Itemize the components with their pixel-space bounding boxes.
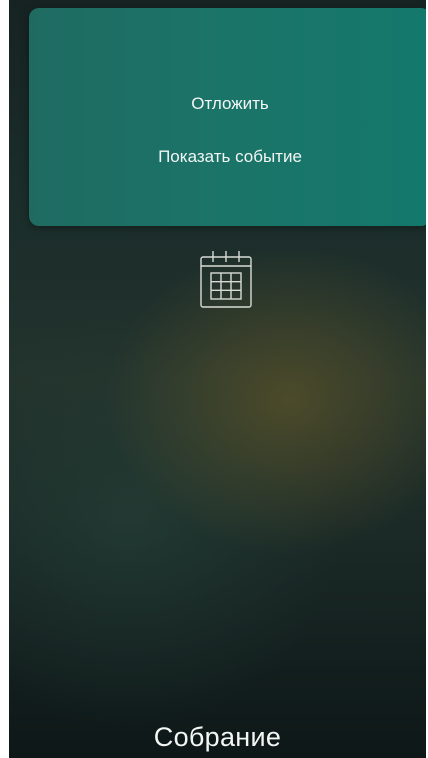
- notification-screen: Отложить Показать событие Собрание: [9, 0, 426, 758]
- actions-menu: Отложить Показать событие: [29, 8, 426, 226]
- snooze-button[interactable]: Отложить: [29, 94, 426, 114]
- show-event-button[interactable]: Показать событие: [29, 147, 426, 167]
- calendar-icon: [200, 251, 252, 308]
- event-title: Собрание: [153, 722, 282, 752]
